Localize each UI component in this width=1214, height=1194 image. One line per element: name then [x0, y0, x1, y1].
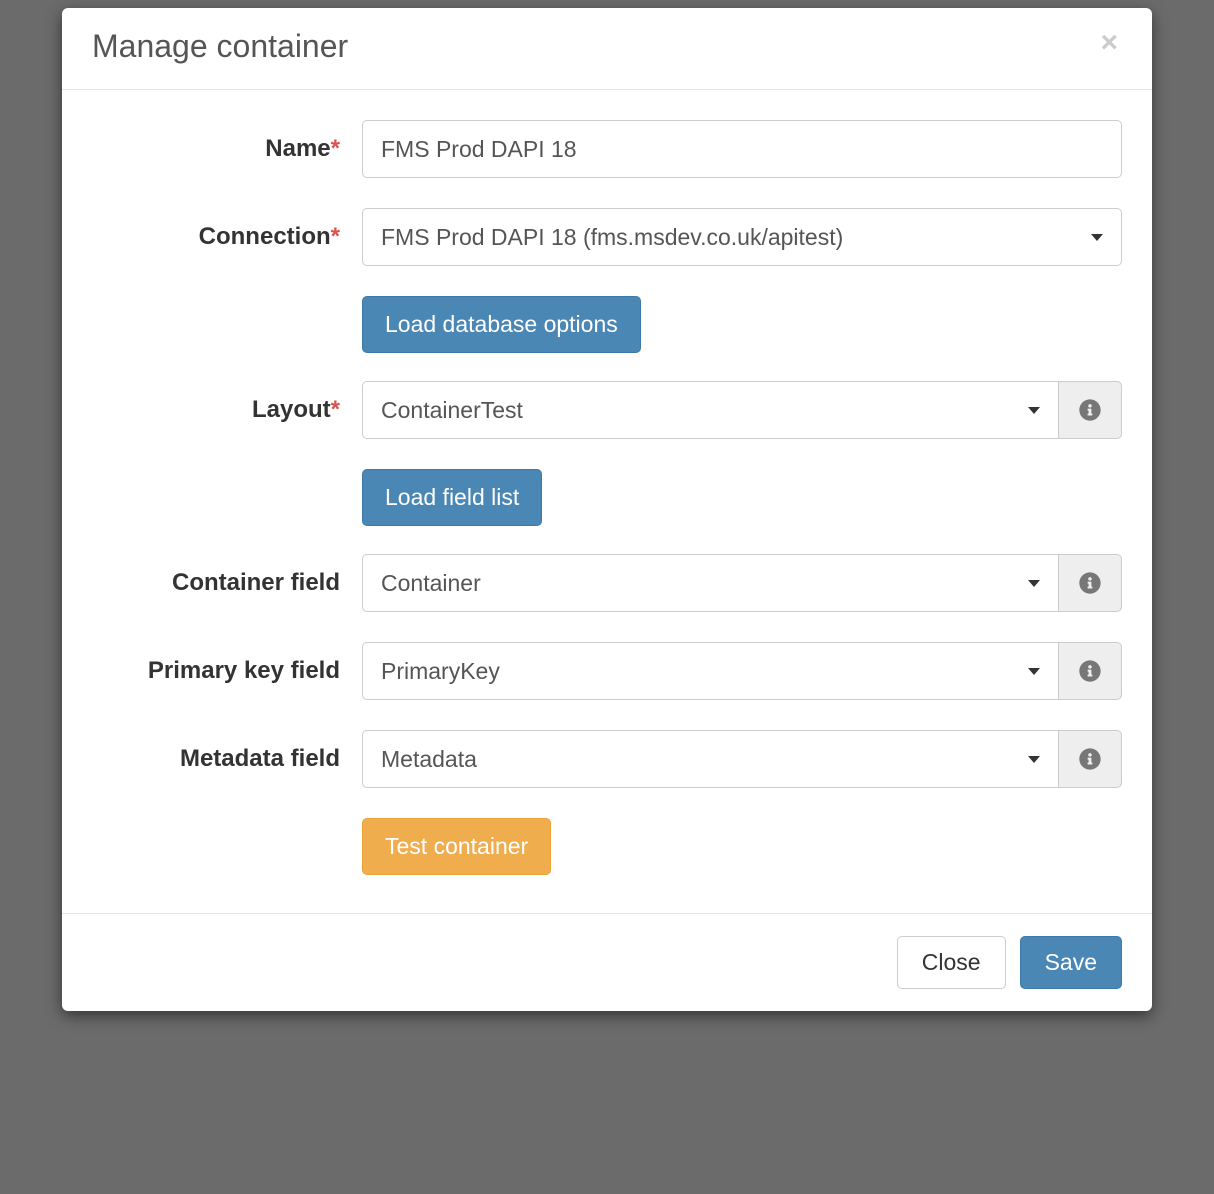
test-container-button[interactable]: Test container	[362, 818, 551, 875]
label-connection: Connection*	[92, 223, 362, 251]
save-button[interactable]: Save	[1020, 936, 1122, 989]
info-icon	[1079, 748, 1101, 770]
form-row-primary-key: Primary key field PrimaryKey	[92, 642, 1122, 700]
primary-key-select[interactable]: PrimaryKey	[362, 642, 1058, 700]
name-input[interactable]	[381, 121, 1103, 177]
label-layout-text: Layout	[252, 396, 331, 423]
info-icon	[1079, 572, 1101, 594]
metadata-select[interactable]: Metadata	[362, 730, 1058, 788]
label-name-text: Name	[265, 135, 330, 162]
form-row-name: Name*	[92, 120, 1122, 178]
load-field-list-button[interactable]: Load field list	[362, 469, 542, 526]
chevron-down-icon	[1028, 668, 1040, 675]
connection-select[interactable]: FMS Prod DAPI 18 (fms.msdev.co.uk/apites…	[362, 208, 1122, 266]
connection-select-value: FMS Prod DAPI 18 (fms.msdev.co.uk/apites…	[381, 224, 843, 251]
metadata-select-value: Metadata	[381, 746, 477, 773]
manage-container-modal: Manage container × Name* Connection* FMS…	[62, 8, 1152, 1011]
chevron-down-icon	[1091, 234, 1103, 241]
form-row-test: Test container	[92, 818, 1122, 875]
required-marker: *	[331, 135, 340, 162]
layout-info-button[interactable]	[1058, 381, 1122, 439]
form-row-layout: Layout* ContainerTest	[92, 381, 1122, 439]
modal-body: Name* Connection* FMS Prod DAPI 18 (fms.…	[62, 90, 1152, 913]
close-icon[interactable]: ×	[1096, 28, 1122, 58]
load-database-options-button[interactable]: Load database options	[362, 296, 641, 353]
primary-key-select-value: PrimaryKey	[381, 658, 500, 685]
layout-select[interactable]: ContainerTest	[362, 381, 1058, 439]
metadata-info-button[interactable]	[1058, 730, 1122, 788]
chevron-down-icon	[1028, 580, 1040, 587]
close-button[interactable]: Close	[897, 936, 1006, 989]
info-icon	[1079, 660, 1101, 682]
required-marker: *	[331, 223, 340, 250]
label-primary-key: Primary key field	[92, 657, 362, 685]
modal-footer: Close Save	[62, 913, 1152, 1011]
label-connection-text: Connection	[199, 223, 331, 250]
form-row-metadata: Metadata field Metadata	[92, 730, 1122, 788]
chevron-down-icon	[1028, 407, 1040, 414]
label-layout: Layout*	[92, 396, 362, 424]
container-field-select[interactable]: Container	[362, 554, 1058, 612]
label-container-field: Container field	[92, 569, 362, 597]
form-row-connection: Connection* FMS Prod DAPI 18 (fms.msdev.…	[92, 208, 1122, 266]
primary-key-info-button[interactable]	[1058, 642, 1122, 700]
form-row-load-fields: Load field list	[92, 469, 1122, 526]
layout-select-value: ContainerTest	[381, 397, 523, 424]
modal-header: Manage container ×	[62, 8, 1152, 90]
name-input-wrapper	[362, 120, 1122, 178]
required-marker: *	[331, 396, 340, 423]
label-metadata: Metadata field	[92, 745, 362, 773]
modal-title: Manage container	[92, 28, 348, 65]
form-row-container-field: Container field Container	[92, 554, 1122, 612]
chevron-down-icon	[1028, 756, 1040, 763]
label-name: Name*	[92, 135, 362, 163]
form-row-load-db: Load database options	[92, 296, 1122, 353]
container-field-select-value: Container	[381, 570, 481, 597]
container-field-info-button[interactable]	[1058, 554, 1122, 612]
info-icon	[1079, 399, 1101, 421]
